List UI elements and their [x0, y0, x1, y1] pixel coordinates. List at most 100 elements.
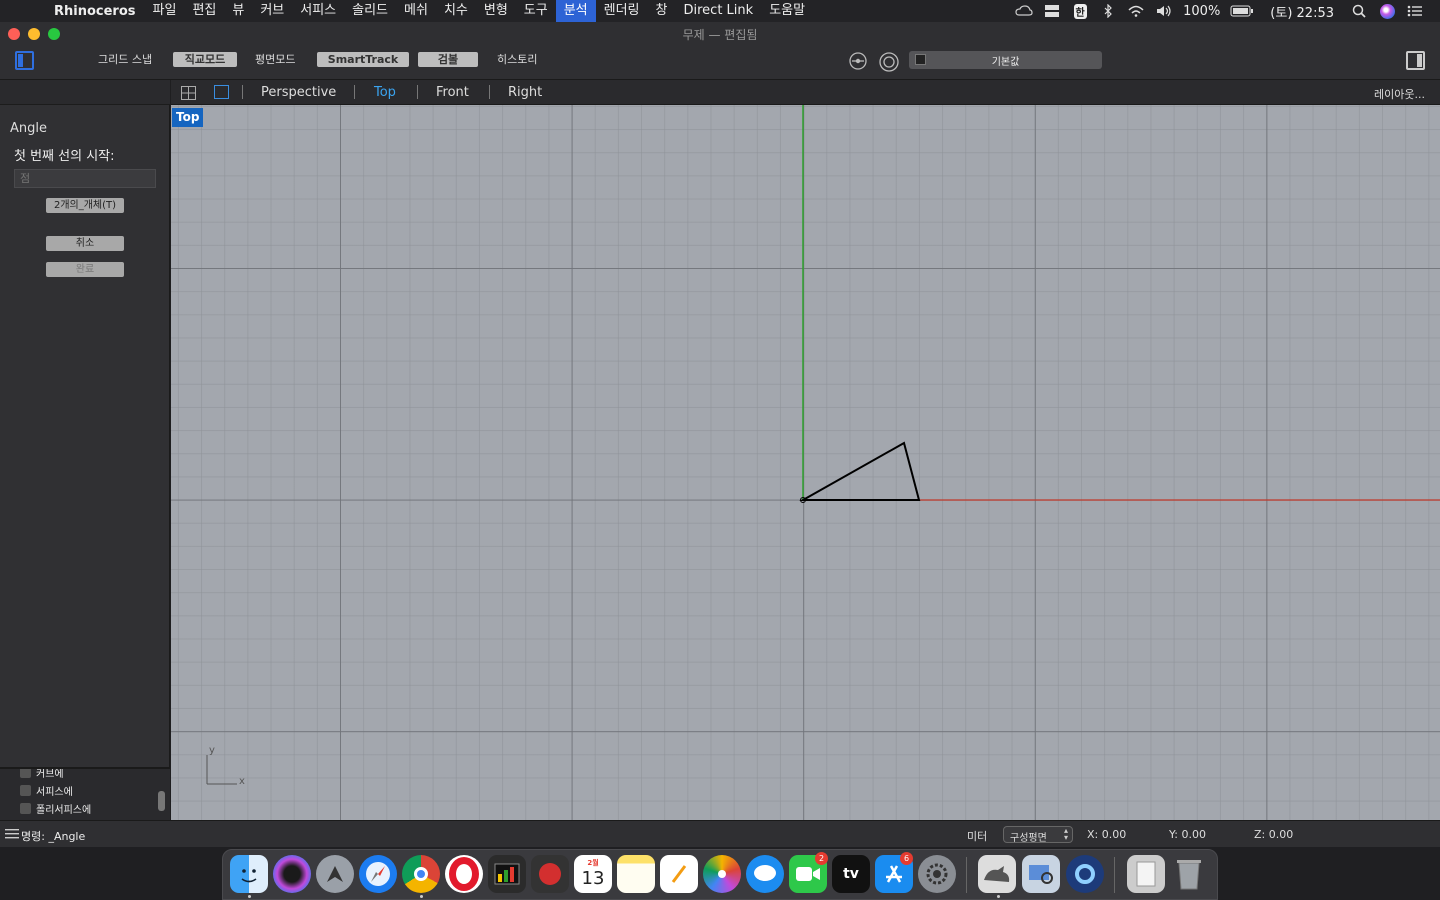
- menu-dimension[interactable]: 치수: [436, 0, 476, 22]
- command-prompt: 첫 번째 선의 시작:: [14, 149, 115, 164]
- single-viewport-icon[interactable]: [214, 85, 229, 99]
- tab-top[interactable]: Top: [374, 85, 396, 100]
- checkbox[interactable]: [20, 803, 31, 814]
- documents-folder-icon[interactable]: [1127, 855, 1165, 893]
- finder-icon[interactable]: [230, 855, 268, 893]
- x-coordinate: X: 0.00: [1087, 828, 1127, 841]
- menu-file[interactable]: 파일: [145, 0, 185, 22]
- bluetooth-icon[interactable]: [1099, 4, 1117, 18]
- smarttrack-toggle[interactable]: SmartTrack: [317, 52, 409, 67]
- tab-divider: [417, 85, 418, 99]
- layout-button[interactable]: 레이아웃...: [1374, 86, 1425, 102]
- units-label[interactable]: 미터: [967, 828, 987, 844]
- planar-toggle[interactable]: 평면모드: [255, 52, 295, 68]
- menu-tools[interactable]: 도구: [516, 0, 556, 22]
- battery-icon[interactable]: [1230, 4, 1254, 18]
- list-item[interactable]: 서피스에: [20, 783, 73, 798]
- checkbox[interactable]: [20, 769, 31, 778]
- trash-icon[interactable]: [1170, 855, 1208, 893]
- two-objects-option-button[interactable]: 2개의_개체(T): [46, 198, 124, 213]
- viewport-tab-bar: Perspective Top Front Right 레이아웃...: [171, 80, 1440, 105]
- chrome-icon[interactable]: [402, 855, 440, 893]
- osnap-filter-list: 커브에 서피스에 폴리서피스에: [0, 767, 170, 820]
- tab-right[interactable]: Right: [508, 85, 542, 100]
- siri-app-icon[interactable]: [273, 855, 311, 893]
- menu-window[interactable]: 창: [648, 0, 676, 22]
- safari-icon[interactable]: [359, 855, 397, 893]
- menu-transform[interactable]: 변형: [476, 0, 516, 22]
- triangle-polyline[interactable]: [799, 441, 921, 501]
- menu-mesh[interactable]: 메쉬: [396, 0, 436, 22]
- list-item[interactable]: 커브에: [20, 769, 64, 780]
- storage-icon[interactable]: [1043, 4, 1061, 18]
- photo-booth-icon[interactable]: [531, 855, 569, 893]
- point-input[interactable]: [14, 169, 156, 188]
- window-title: 무제 — 편집됨: [682, 28, 758, 42]
- grid-snap-toggle[interactable]: 그리드 스냅: [98, 52, 152, 68]
- tab-divider: [489, 85, 490, 99]
- osnap-icon[interactable]: [848, 51, 868, 75]
- cancel-button[interactable]: 취소: [46, 236, 124, 251]
- gumball-toggle[interactable]: 검볼: [418, 52, 478, 67]
- command-panel: Angle 첫 번째 선의 시작: 2개의_개체(T) 취소 완료 커브에 서피…: [0, 80, 170, 820]
- scrollbar-thumb[interactable]: [158, 791, 165, 811]
- layer-selector[interactable]: 기본값: [909, 51, 1102, 69]
- notification-center-icon[interactable]: [1406, 4, 1424, 18]
- top-viewport[interactable]: Top y x: [171, 105, 1440, 820]
- calendar-month: 2월: [587, 858, 599, 867]
- record-icon[interactable]: [878, 51, 900, 77]
- four-viewports-icon[interactable]: [181, 85, 196, 104]
- input-source-label: 한: [1073, 3, 1087, 19]
- toggle-left-sidebar-icon[interactable]: [15, 51, 34, 70]
- launchpad-icon[interactable]: [316, 855, 354, 893]
- calendar-icon[interactable]: 2월 13: [574, 855, 612, 893]
- photos-icon[interactable]: [703, 855, 741, 893]
- menu-render[interactable]: 렌더링: [596, 0, 648, 22]
- cloud-icon[interactable]: [1015, 4, 1033, 18]
- menu-curve[interactable]: 커브: [252, 0, 292, 22]
- menu-direct-link[interactable]: Direct Link: [676, 0, 762, 22]
- menu-surface[interactable]: 서피스: [292, 0, 344, 22]
- wifi-icon[interactable]: [1127, 4, 1145, 18]
- volume-icon[interactable]: [1155, 4, 1173, 18]
- menu-analyze[interactable]: 분석: [555, 0, 596, 22]
- apple-tv-icon[interactable]: tv: [832, 855, 870, 893]
- input-source-icon[interactable]: 한: [1071, 3, 1089, 19]
- tab-divider: [242, 85, 243, 99]
- command-name: Angle: [10, 121, 47, 136]
- menu-help[interactable]: 도움말: [761, 0, 813, 22]
- opera-icon[interactable]: [445, 855, 483, 893]
- menu-solid[interactable]: 솔리드: [344, 0, 396, 22]
- clock[interactable]: (토) 22:53: [1264, 2, 1340, 21]
- notes-icon[interactable]: [617, 855, 655, 893]
- done-button[interactable]: 완료: [46, 262, 124, 277]
- preview-icon[interactable]: [1022, 855, 1060, 893]
- checkbox[interactable]: [20, 785, 31, 796]
- battery-percent: 100%: [1183, 3, 1221, 19]
- spotlight-search-icon[interactable]: [1350, 4, 1368, 18]
- ortho-toggle[interactable]: 직교모드: [173, 52, 237, 67]
- siri-icon[interactable]: [1378, 3, 1396, 19]
- tab-front[interactable]: Front: [436, 85, 469, 100]
- quicktime-icon[interactable]: [1066, 855, 1104, 893]
- cplane-select[interactable]: 구성평면 ▴ ▾: [1003, 826, 1073, 844]
- history-toggle[interactable]: 히스토리: [497, 52, 537, 68]
- command-panel-header: [0, 80, 170, 105]
- system-preferences-icon[interactable]: [918, 855, 956, 893]
- menu-view[interactable]: 뷰: [224, 0, 252, 22]
- toggle-right-sidebar-icon[interactable]: [1406, 51, 1425, 70]
- app-menu[interactable]: Rhinoceros: [44, 4, 145, 19]
- command-history-icon[interactable]: [5, 829, 19, 842]
- list-item[interactable]: 폴리서피스에: [20, 801, 91, 816]
- window-title-bar: 무제 — 편집됨: [0, 22, 1440, 46]
- pages-icon[interactable]: [660, 855, 698, 893]
- command-status-bar: 명령: _Angle 미터 구성평면 ▴ ▾ X: 0.00 Y: 0.00 Z:…: [0, 820, 1440, 847]
- rhinoceros-icon[interactable]: [978, 855, 1016, 893]
- menu-edit[interactable]: 편집: [184, 0, 224, 22]
- activity-monitor-icon[interactable]: [488, 855, 526, 893]
- tab-perspective[interactable]: Perspective: [261, 85, 336, 100]
- command-line[interactable]: 명령: _Angle: [21, 828, 85, 844]
- messages-icon[interactable]: [746, 855, 784, 893]
- apple-tv-label: tv: [843, 866, 859, 882]
- viewport-canvas[interactable]: y x: [171, 105, 1440, 820]
